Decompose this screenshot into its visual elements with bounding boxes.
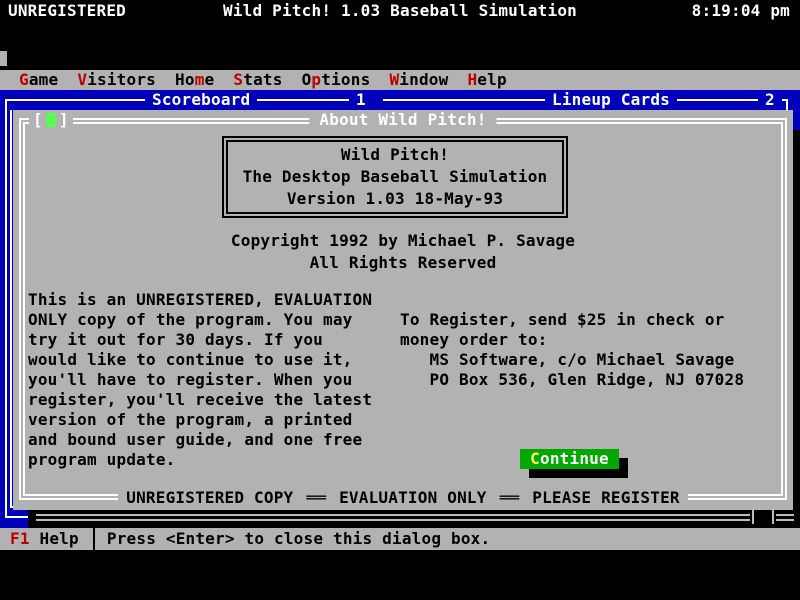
desktop: Scoreboard 1 Lineup Cards 2 [] About Wil…: [0, 90, 800, 528]
evaluation-notice-line: would like to continue to use it,: [28, 350, 372, 370]
window-frame-remnant: [36, 514, 750, 516]
footer-separator: ══: [495, 488, 525, 508]
window-title-lineup-cards[interactable]: Lineup Cards: [545, 90, 677, 110]
dialog-shadow-bottom: [28, 510, 800, 528]
evaluation-notice-line: register, you'll receive the latest: [28, 390, 372, 410]
menu-item-home[interactable]: Home: [175, 70, 214, 90]
evaluation-notice-line: version of the program, a printed: [28, 410, 372, 430]
registration-info-line: To Register, send $25 in check or: [400, 310, 744, 330]
window-frame-remnant: [776, 514, 794, 516]
footer-evaluation-only: EVALUATION ONLY: [331, 488, 495, 508]
about-dialog: [] About Wild Pitch! Wild Pitch! The Des…: [13, 110, 793, 510]
registration-info-line: money order to:: [400, 330, 744, 350]
title-bar: UNREGISTERED Wild Pitch! 1.03 Baseball S…: [0, 0, 800, 22]
evaluation-notice-line: This is an UNREGISTERED, EVALUATION: [28, 290, 372, 310]
menu-item-window[interactable]: Window: [389, 70, 448, 90]
evaluation-notice: This is an UNREGISTERED, EVALUATION ONLY…: [28, 290, 372, 470]
registration-info: To Register, send $25 in check or money …: [400, 310, 744, 390]
window-title-scoreboard[interactable]: Scoreboard: [145, 90, 257, 110]
menu-item-help[interactable]: Help: [467, 70, 506, 90]
window-frame-remnant: [772, 510, 774, 524]
evaluation-notice-line: program update.: [28, 450, 372, 470]
menu-item-visitors[interactable]: Visitors: [77, 70, 156, 90]
about-box: Wild Pitch! The Desktop Baseball Simulat…: [222, 136, 568, 218]
close-button[interactable]: []: [29, 110, 73, 130]
window-left-border-inner: [10, 110, 12, 508]
menu-item-options[interactable]: Options: [302, 70, 371, 90]
evaluation-notice-line: and bound user guide, and one free: [28, 430, 372, 450]
menu-item-stats[interactable]: Stats: [233, 70, 282, 90]
scoreboard-window-bottom-corner: [5, 516, 28, 518]
app-title: Wild Pitch! 1.03 Baseball Simulation: [0, 0, 800, 22]
crt-screen: { "screen": { "title_bar": { "left": "UN…: [0, 0, 800, 600]
window-number-lineup-cards[interactable]: 2: [758, 90, 782, 110]
registration-address-line: MS Software, c/o Michael Savage: [400, 350, 744, 370]
status-bar: F1 Help Press <Enter> to close this dial…: [0, 528, 800, 550]
scoreboard-window-left-border: [5, 99, 7, 518]
menu-item-game[interactable]: Game: [19, 70, 58, 90]
product-name: Wild Pitch!: [228, 144, 562, 166]
window-number-scoreboard[interactable]: 1: [349, 90, 373, 110]
evaluation-notice-line: you'll have to register. When you: [28, 370, 372, 390]
rights-line: All Rights Reserved: [13, 252, 793, 274]
screen-artifact: [0, 51, 7, 66]
dialog-title: About Wild Pitch!: [309, 110, 496, 130]
footer-separator: ══: [301, 488, 331, 508]
f1-help-key[interactable]: F1 Help: [10, 528, 79, 550]
footer-unregistered-copy: UNREGISTERED COPY: [118, 488, 301, 508]
evaluation-notice-line: try it out for 30 days. If you: [28, 330, 372, 350]
product-tagline: The Desktop Baseball Simulation: [228, 166, 562, 188]
window-frame-remnant: [776, 519, 794, 521]
copyright-block: Copyright 1992 by Michael P. Savage All …: [13, 230, 793, 274]
continue-button[interactable]: Continue: [520, 449, 619, 469]
dialog-shadow-right: [793, 130, 800, 528]
evaluation-notice-line: ONLY copy of the program. You may: [28, 310, 372, 330]
registration-address-line: PO Box 536, Glen Ridge, NJ 07028: [400, 370, 744, 390]
product-version: Version 1.03 18-May-93: [228, 188, 562, 210]
clock-display: 8:19:04 pm: [692, 0, 790, 22]
window-frame-remnant: [36, 519, 750, 521]
close-icon: [46, 113, 56, 127]
footer-please-register: PLEASE REGISTER: [524, 488, 688, 508]
status-divider: [93, 528, 95, 550]
dialog-footer: UNREGISTERED COPY ══ EVALUATION ONLY ══ …: [13, 488, 793, 508]
menu-bar: Game Visitors Home Stats Options Window …: [0, 70, 800, 90]
status-message: Press <Enter> to close this dialog box.: [107, 528, 490, 550]
copyright-line: Copyright 1992 by Michael P. Savage: [13, 230, 793, 252]
window-frame-remnant: [752, 510, 754, 524]
